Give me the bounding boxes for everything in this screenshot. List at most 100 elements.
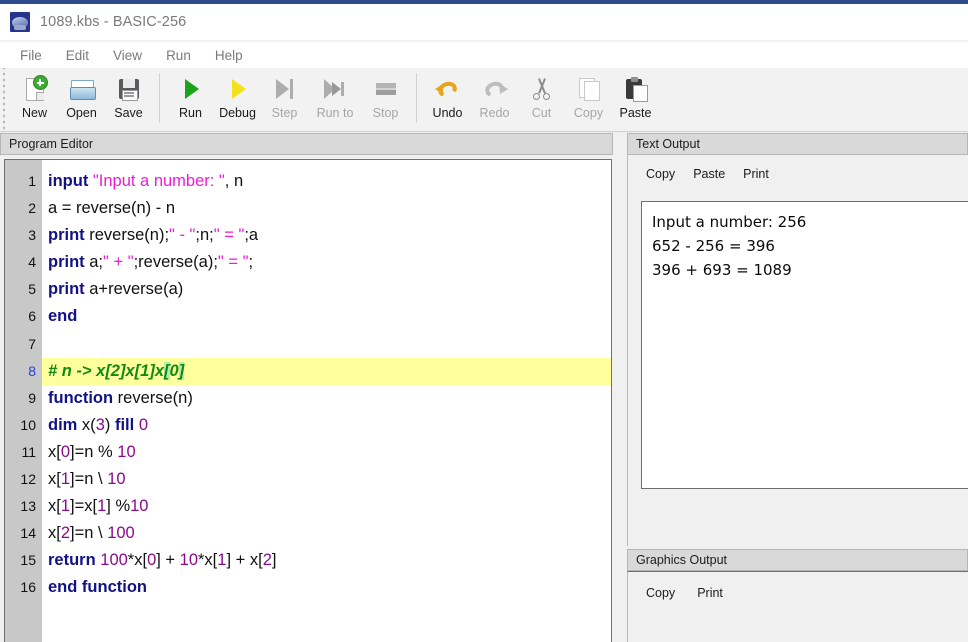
line-number: 9 xyxy=(28,389,36,406)
undo-arrow-icon xyxy=(434,76,461,102)
graphics-output-copy-button[interactable]: Copy xyxy=(646,586,675,600)
cut-button[interactable]: Cut xyxy=(518,68,565,128)
save-button[interactable]: Save xyxy=(105,68,152,128)
copy-button[interactable]: Copy xyxy=(565,68,612,128)
run-to-button-label: Run to xyxy=(316,106,354,120)
text-output-print-button[interactable]: Print xyxy=(743,167,769,181)
open-button-label: Open xyxy=(66,106,97,120)
run-button[interactable]: Run xyxy=(167,68,214,128)
menu-item-view[interactable]: View xyxy=(101,45,154,66)
line-number: 7 xyxy=(28,335,36,352)
new-file-icon xyxy=(22,75,48,102)
code-line[interactable]: return 100*x[0] + 10*x[1] + x[2] xyxy=(42,547,611,574)
play-triangle-yellow-icon xyxy=(225,76,251,102)
graphics-output-header: Graphics Output xyxy=(627,549,968,571)
line-number-gutter: 1 2 3 4 5 6 7 8 9 10 11 12 13 14 15 16 xyxy=(5,160,42,642)
paste-button-label: Paste xyxy=(619,106,652,120)
debug-button-label: Debug xyxy=(219,106,256,120)
title-bar: 1089.kbs - BASIC-256 xyxy=(0,4,968,40)
line-number: 15 xyxy=(20,552,36,569)
window-title: 1089.kbs - BASIC-256 xyxy=(40,14,187,30)
line-number: 16 xyxy=(20,579,36,596)
text-output-copy-button[interactable]: Copy xyxy=(646,167,675,181)
line-number: 11 xyxy=(21,443,36,460)
open-folder-icon xyxy=(69,76,96,102)
code-line[interactable]: x[1]=n \ 10 xyxy=(42,466,611,493)
step-button[interactable]: Step xyxy=(261,68,308,128)
line-number: 14 xyxy=(20,525,36,542)
scissors-icon xyxy=(529,76,555,102)
code-line[interactable] xyxy=(42,331,611,358)
text-output-console[interactable]: Input a number: 256 652 - 256 = 396 396 … xyxy=(641,201,968,489)
line-number: 4 xyxy=(28,254,36,271)
text-output-paste-button[interactable]: Paste xyxy=(693,167,725,181)
graphics-output-title: Graphics Output xyxy=(636,553,728,567)
menu-item-file[interactable]: File xyxy=(8,45,54,66)
graphics-output-toolbar: Copy Print xyxy=(628,572,968,600)
graphics-output-print-button[interactable]: Print xyxy=(697,586,723,600)
code-line[interactable]: input "Input a number: ", n xyxy=(42,168,611,195)
step-button-label: Step xyxy=(271,106,298,120)
line-number: 2 xyxy=(28,200,36,217)
code-line[interactable]: a = reverse(n) - n xyxy=(42,195,611,222)
pane-splitter[interactable] xyxy=(613,133,627,642)
copy-pages-icon xyxy=(576,76,602,102)
code-line[interactable]: x[0]=n % 10 xyxy=(42,439,611,466)
floppy-disk-icon xyxy=(116,76,142,102)
redo-button-label: Redo xyxy=(479,106,510,120)
code-line[interactable]: print reverse(n);" - ";n;" = ";a xyxy=(42,222,611,249)
code-line[interactable]: end xyxy=(42,303,611,330)
stop-square-icon xyxy=(373,76,399,102)
debug-button[interactable]: Debug xyxy=(214,68,261,128)
run-button-label: Run xyxy=(179,106,202,120)
stop-button-label: Stop xyxy=(372,106,399,120)
step-over-icon xyxy=(272,76,298,102)
run-to-button[interactable]: Run to xyxy=(308,68,362,128)
new-button[interactable]: New xyxy=(11,68,58,128)
code-line[interactable]: end function xyxy=(42,574,611,601)
code-line-current[interactable]: # n -> x[2]x[1]x[0] xyxy=(42,357,611,385)
text-output-title: Text Output xyxy=(636,137,700,151)
line-number: 3 xyxy=(28,227,36,244)
paste-button[interactable]: Paste xyxy=(612,68,659,128)
code-line[interactable]: x[2]=n \ 100 xyxy=(42,520,611,547)
line-number: 10 xyxy=(20,416,36,433)
clipboard-icon xyxy=(623,76,649,102)
code-line[interactable]: dim x(3) fill 0 xyxy=(42,412,611,439)
toolbar-separator-1 xyxy=(159,73,160,123)
text-output-toolbar: Copy Paste Print xyxy=(628,155,968,181)
open-button[interactable]: Open xyxy=(58,68,105,128)
undo-button-label: Undo xyxy=(432,106,463,120)
program-editor-header: Program Editor xyxy=(0,133,613,155)
line-number: 12 xyxy=(20,471,36,488)
redo-arrow-icon xyxy=(482,76,508,102)
menu-item-edit[interactable]: Edit xyxy=(54,45,101,66)
main-toolbar: New Open Save Run Debug Step Run to Stop… xyxy=(0,68,968,132)
line-number: 6 xyxy=(28,308,36,325)
code-area[interactable]: input "Input a number: ", n a = reverse(… xyxy=(42,160,611,642)
graphics-output-pane: Copy Print xyxy=(627,571,968,642)
cut-button-label: Cut xyxy=(531,106,552,120)
text-output-header: Text Output xyxy=(627,133,968,155)
code-line[interactable]: function reverse(n) xyxy=(42,385,611,412)
new-button-label: New xyxy=(21,106,47,120)
menu-bar: File Edit View Run Help xyxy=(0,42,968,68)
program-editor[interactable]: 1 2 3 4 5 6 7 8 9 10 11 12 13 14 15 16 i… xyxy=(4,159,612,642)
undo-button[interactable]: Undo xyxy=(424,68,471,128)
menu-item-help[interactable]: Help xyxy=(203,45,255,66)
menu-item-run[interactable]: Run xyxy=(154,45,203,66)
toolbar-drag-handle[interactable] xyxy=(0,68,9,130)
line-number: 5 xyxy=(28,281,36,298)
code-line[interactable]: x[1]=x[1] %10 xyxy=(42,493,611,520)
play-triangle-icon xyxy=(178,76,204,102)
basic256-app-icon xyxy=(10,12,30,32)
program-editor-title: Program Editor xyxy=(9,137,94,151)
redo-button[interactable]: Redo xyxy=(471,68,518,128)
code-line[interactable]: print a;" + ";reverse(a);" = "; xyxy=(42,249,611,276)
run-to-cursor-icon xyxy=(322,76,348,102)
stop-button[interactable]: Stop xyxy=(362,68,409,128)
toolbar-separator-2 xyxy=(416,73,417,123)
line-number-current: 8 xyxy=(28,362,36,379)
text-output-pane: Copy Paste Print Input a number: 256 652… xyxy=(627,155,968,546)
code-line[interactable]: print a+reverse(a) xyxy=(42,276,611,303)
